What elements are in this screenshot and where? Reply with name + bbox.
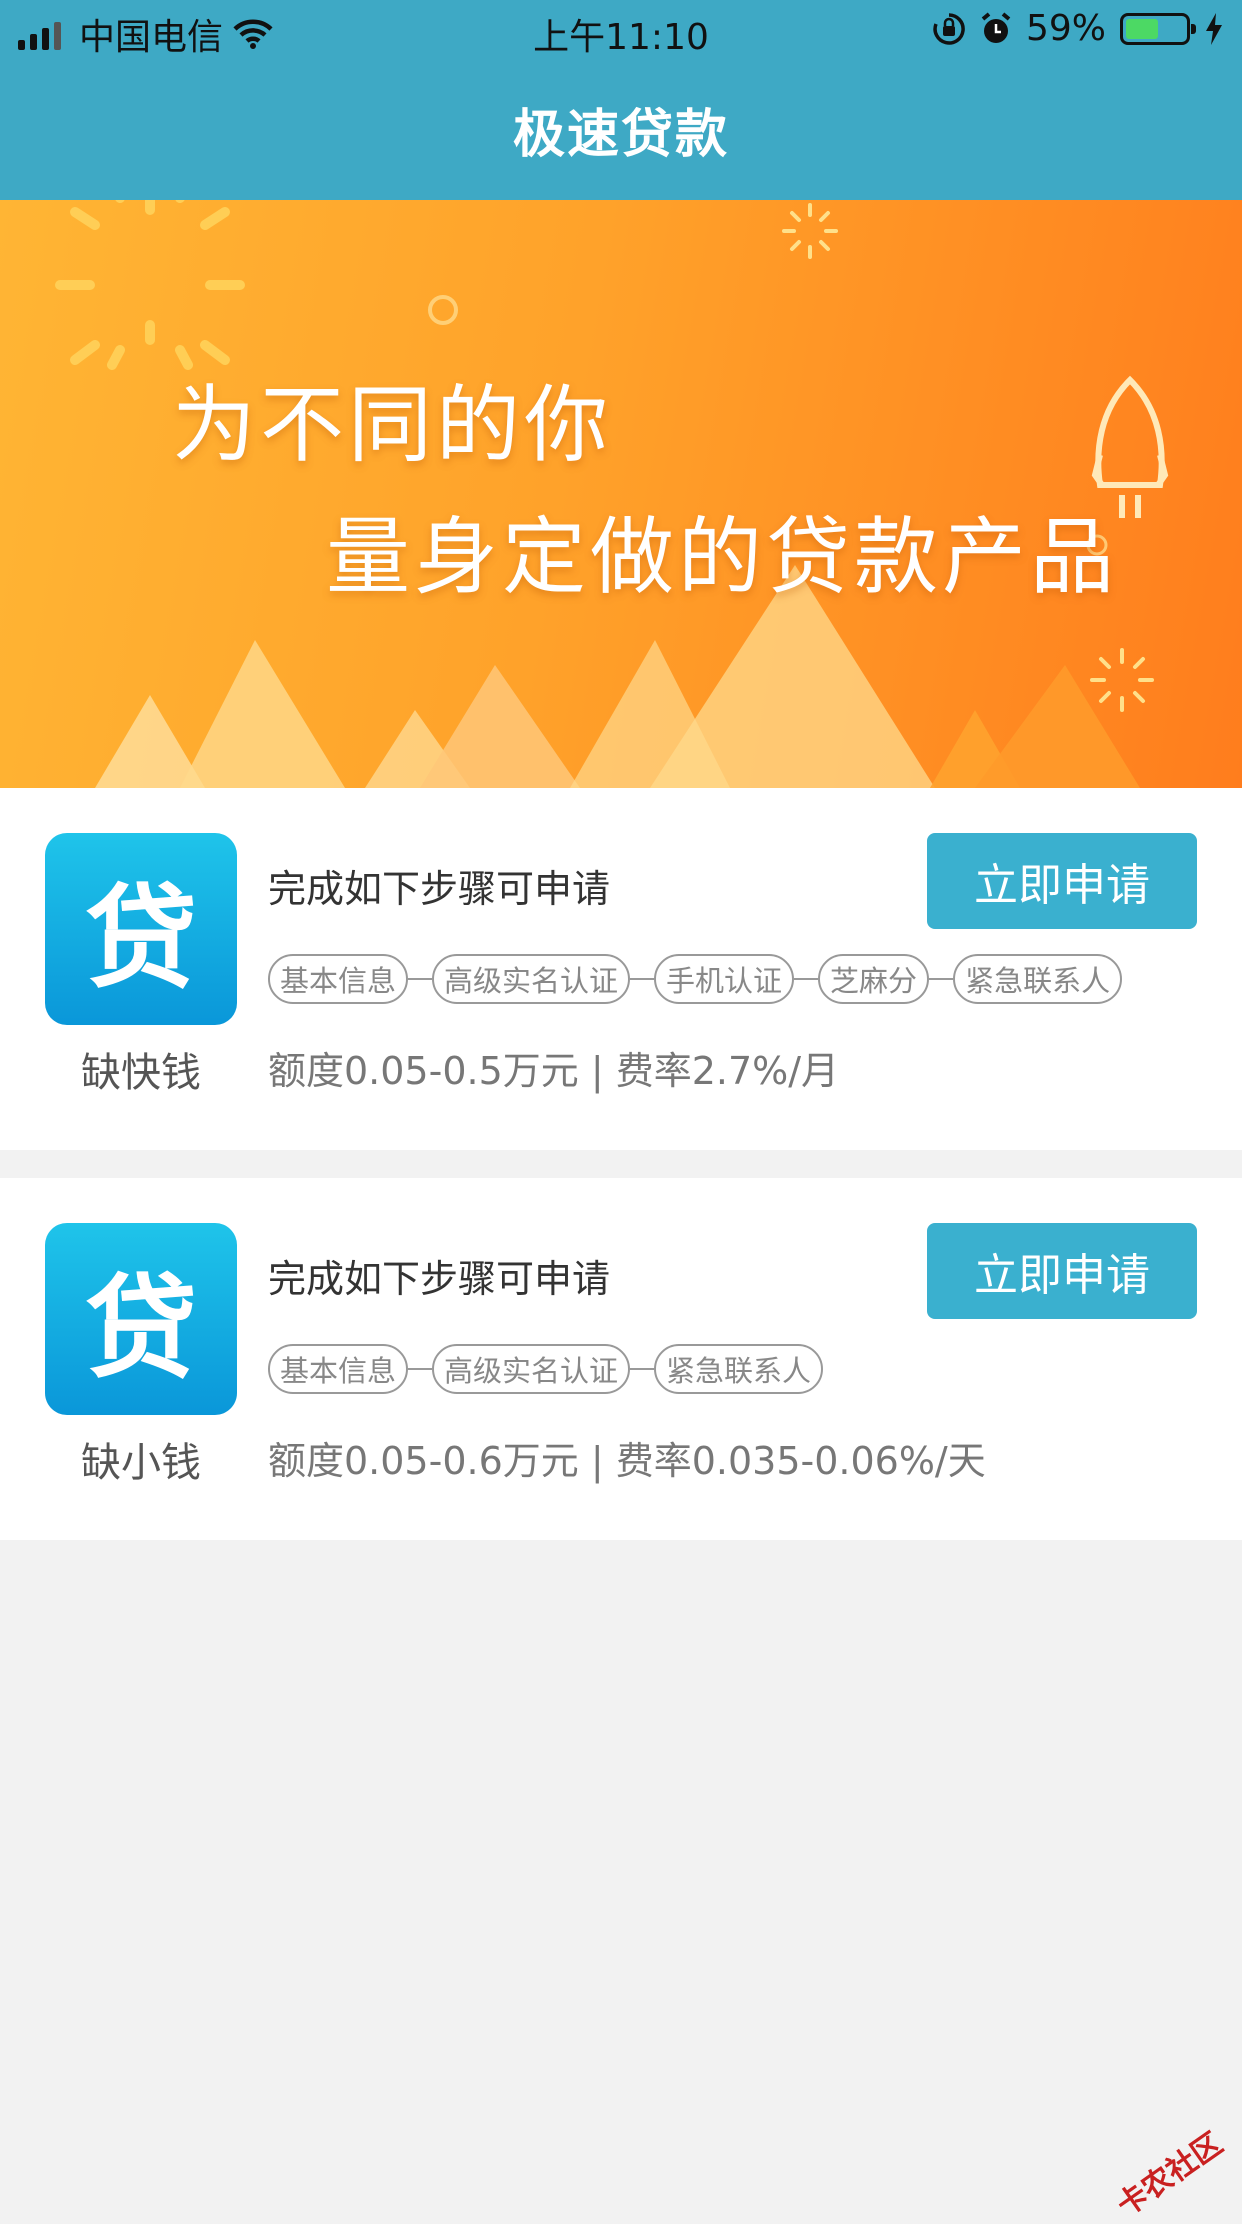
- page-title: 极速贷款: [512, 105, 729, 165]
- product-name: 缺小钱: [81, 1440, 201, 1486]
- charging-icon: [1206, 12, 1222, 45]
- apply-now-button[interactable]: 立即申请: [927, 833, 1197, 929]
- step-connector: [794, 978, 819, 980]
- step-connector: [630, 978, 655, 980]
- product-name: 缺快钱: [81, 1050, 201, 1096]
- product-terms: 额度0.05-0.6万元 | 费率0.035-0.06%/天: [268, 1439, 986, 1483]
- steps-flow: 基本信息 高级实名认证 紧急联系人: [268, 1344, 824, 1394]
- apply-now-button[interactable]: 立即申请: [927, 1223, 1197, 1319]
- step-connector: [408, 978, 433, 980]
- rotation-lock-icon: [933, 12, 965, 45]
- banner-headline-2: 量身定做的贷款产品: [326, 508, 1119, 606]
- step-tag: 高级实名认证: [432, 1344, 631, 1394]
- product-logo-icon: 贷: [45, 833, 237, 1025]
- status-right: 59%: [932, 8, 1224, 49]
- watermark-logo: 卡农社区: [1110, 2126, 1230, 2224]
- step-connector: [630, 1368, 655, 1370]
- promo-banner[interactable]: 为不同的你 量身定做的贷款产品: [0, 200, 1242, 788]
- step-tag: 紧急联系人: [654, 1344, 824, 1394]
- steps-title: 完成如下步骤可申请: [268, 1257, 611, 1301]
- loan-product-card[interactable]: 贷 完成如下步骤可申请 立即申请 基本信息 高级实名认证 手机认证 芝麻分 紧急…: [0, 788, 1242, 1150]
- step-connector: [408, 1368, 433, 1370]
- status-bar: 中国电信 上午11:10 59%: [0, 0, 1242, 62]
- sparkle-icon: [782, 203, 838, 259]
- product-terms: 额度0.05-0.5万元 | 费率2.7%/月: [268, 1049, 840, 1093]
- step-tag: 高级实名认证: [432, 954, 631, 1004]
- step-tag: 基本信息: [268, 1344, 409, 1394]
- battery-percent: 59%: [1025, 8, 1106, 49]
- alarm-icon: [981, 11, 1011, 43]
- product-logo-icon: 贷: [45, 1223, 237, 1415]
- step-connector: [929, 978, 954, 980]
- step-tag: 紧急联系人: [953, 954, 1123, 1004]
- step-tag: 手机认证: [654, 954, 795, 1004]
- steps-title: 完成如下步骤可申请: [268, 867, 611, 911]
- loan-product-card[interactable]: 贷 完成如下步骤可申请 立即申请 基本信息 高级实名认证 紧急联系人 缺小钱 额…: [0, 1178, 1242, 1540]
- top-bar: 中国电信 上午11:10 59% 极速贷款: [0, 0, 1242, 200]
- battery-fill: [1126, 18, 1158, 39]
- sunburst-icon: [55, 200, 245, 370]
- banner-headline-1: 为不同的你: [172, 376, 613, 474]
- steps-flow: 基本信息 高级实名认证 手机认证 芝麻分 紧急联系人: [268, 954, 1123, 1004]
- battery-icon: [1120, 12, 1196, 45]
- step-tag: 芝麻分: [818, 954, 930, 1004]
- step-tag: 基本信息: [268, 954, 409, 1004]
